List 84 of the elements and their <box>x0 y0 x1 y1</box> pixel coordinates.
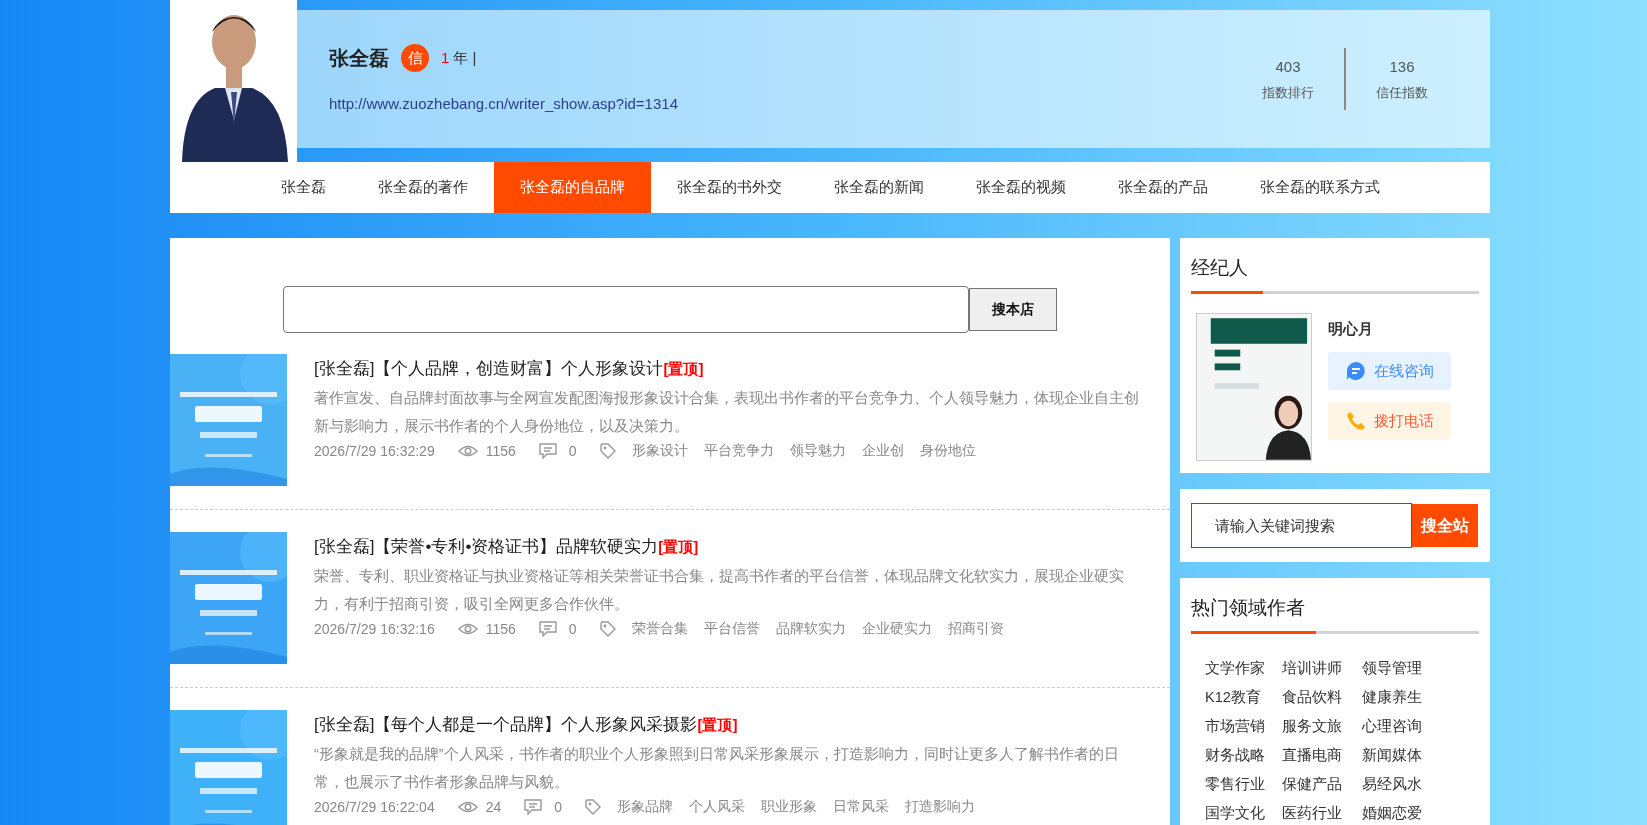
author-category-link[interactable]: 健康养生 <box>1362 686 1442 707</box>
comment-icon <box>538 443 557 459</box>
author-category-link[interactable]: 培训讲师 <box>1282 657 1360 678</box>
article-date: 2026/7/29 16:32:29 <box>314 441 435 461</box>
comment-count: 0 <box>554 797 563 817</box>
article-tag[interactable]: 日常风采 <box>833 796 890 818</box>
comment-count: 0 <box>568 441 577 461</box>
years-count: 1 <box>441 47 450 68</box>
article-tag[interactable]: 平台竞争力 <box>703 440 774 462</box>
article-description: 著作宣发、自品牌封面故事与全网宣发配图海报形象设计合集，表现出书作者的平台竞争力、个人领导魅力，体现企业自主创新与影响力，展示书作者的个人身份地位，以及决策力。 <box>314 388 1140 436</box>
article-tag[interactable]: 企业创 <box>861 440 904 462</box>
phone-icon <box>1345 411 1366 431</box>
article-tag[interactable]: 形象设计 <box>631 440 688 462</box>
author-category-link[interactable]: 新闻媒体 <box>1362 744 1442 765</box>
agent-name: 明心月 <box>1328 318 1374 339</box>
stat-label: 指数排行 <box>1262 83 1314 102</box>
section-heading: 热门领域作者 <box>1191 596 1306 620</box>
author-category-link[interactable]: 文学作家 <box>1205 657 1280 678</box>
nav-tab[interactable]: 张全磊的书外交 <box>651 162 808 213</box>
nav-tab[interactable]: 张全磊的视频 <box>950 162 1092 213</box>
view-count: 1156 <box>485 441 516 461</box>
author-category-link[interactable]: 医药行业 <box>1282 802 1360 823</box>
article-tag[interactable]: 领导魅力 <box>789 440 846 462</box>
article-tag[interactable]: 打造影响力 <box>905 796 976 818</box>
comment-count: 0 <box>568 619 577 639</box>
eye-icon <box>457 622 478 636</box>
author-category-link[interactable]: 婚姻恋爱 <box>1362 802 1442 823</box>
author-category-link[interactable]: K12教育 <box>1205 686 1280 707</box>
trust-badge: 信 <box>401 43 429 72</box>
store-search-button[interactable]: 搜本店 <box>969 288 1057 331</box>
author-category-link[interactable]: 财务战略 <box>1205 744 1280 765</box>
article-tag[interactable]: 职业形象 <box>761 796 818 818</box>
chat-icon <box>1345 361 1366 381</box>
comment-icon <box>524 799 543 815</box>
nav-tab[interactable]: 张全磊的著作 <box>352 162 494 213</box>
stat-value: 403 <box>1275 57 1301 77</box>
eye-icon <box>457 444 478 458</box>
author-name: 张全磊 <box>329 45 389 71</box>
nav-tab[interactable]: 张全磊的产品 <box>1092 162 1234 213</box>
article-tag[interactable]: 形象品牌 <box>617 796 674 818</box>
article-tag[interactable]: 平台信誉 <box>703 618 760 640</box>
site-search-field[interactable]: 请输入关键词搜索 <box>1191 503 1412 548</box>
article-title[interactable]: [张全磊]【每个人都是一个品牌】个人形象风采摄影[置顶] <box>314 712 1144 738</box>
author-category-link[interactable]: 服务文旅 <box>1282 715 1360 736</box>
tag-icon <box>585 799 602 815</box>
article-title[interactable]: [张全磊]【个人品牌，创造财富】个人形象设计[置顶] <box>314 356 1144 382</box>
author-category-link[interactable]: 食品饮料 <box>1282 686 1360 707</box>
nav-tab[interactable]: 张全磊的新闻 <box>808 162 950 213</box>
author-category-link[interactable]: 保健产品 <box>1282 773 1360 794</box>
view-count: 1156 <box>485 619 516 639</box>
author-category-link[interactable]: 易经风水 <box>1362 773 1442 794</box>
stat-value: 136 <box>1389 57 1415 77</box>
author-category-link[interactable]: 领导管理 <box>1362 657 1442 678</box>
author-category-link[interactable]: 零售行业 <box>1205 773 1280 794</box>
tag-icon <box>599 443 616 459</box>
article-tag[interactable]: 个人风采 <box>689 796 746 818</box>
article-tag[interactable]: 身份地位 <box>919 440 976 462</box>
author-category-link[interactable]: 直播电商 <box>1282 744 1360 765</box>
author-category-link[interactable]: 国学文化 <box>1205 802 1280 823</box>
profile-url[interactable]: http://www.zuozhebang.cn/writer_show.asp?id=1314 <box>329 92 1232 116</box>
article-tag[interactable]: 企业硬实力 <box>861 618 932 640</box>
pinned-label: [置顶] <box>663 360 704 377</box>
author-category-link[interactable]: 市场营销 <box>1205 715 1280 736</box>
article-date: 2026/7/29 16:22:04 <box>314 797 435 817</box>
nav-tab[interactable]: 张全磊 <box>255 162 352 213</box>
tag-icon <box>599 621 616 637</box>
article-tag[interactable]: 招商引资 <box>947 618 1004 640</box>
article-title[interactable]: [张全磊]【荣誉•专利•资格证书】品牌软硬实力[置顶] <box>314 534 1144 560</box>
article-description: “形象就是我的品牌”个人风采，书作者的职业个人形象照到日常风采形象展示，打造影响力，同时让更多人了解书作者的日常，也展示了书作者形象品牌与风貌。 <box>314 744 1120 792</box>
pinned-label: [置顶] <box>697 716 738 733</box>
article-tag[interactable]: 荣誉合集 <box>631 618 688 640</box>
eye-icon <box>457 800 478 814</box>
stat-label: 信任指数 <box>1376 83 1428 102</box>
comment-icon <box>538 621 557 637</box>
article-tag[interactable]: 品牌软实力 <box>775 618 846 640</box>
author-category-link[interactable]: 心理咨询 <box>1362 715 1442 736</box>
view-count: 24 <box>485 797 502 817</box>
section-heading: 经纪人 <box>1191 256 1249 280</box>
article-date: 2026/7/29 16:32:16 <box>314 619 435 639</box>
store-search-field[interactable] <box>283 286 969 333</box>
pinned-label: [置顶] <box>658 538 699 555</box>
article-description: 荣誉、专利、职业资格证与执业资格证等相关荣誉证书合集，提高书作者的平台信誉，体现品牌文化软实力，展现企业硬实力，有利于招商引资，吸引全网更多合作伙伴。 <box>314 566 1125 614</box>
nav-tab[interactable]: 张全磊的联系方式 <box>1234 162 1406 213</box>
years-unit: 年 | <box>453 47 477 68</box>
